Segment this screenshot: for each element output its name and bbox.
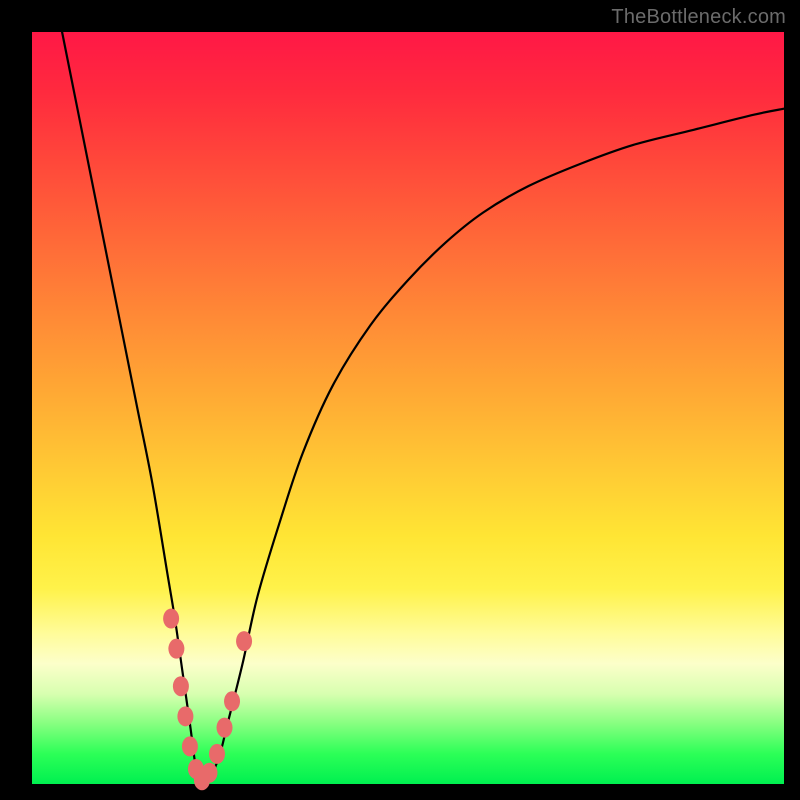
sample-point: [209, 744, 225, 764]
attribution-label: TheBottleneck.com: [611, 6, 786, 29]
sample-point: [163, 609, 179, 629]
sample-point: [201, 763, 217, 783]
sample-point: [173, 676, 189, 696]
sample-point: [217, 718, 233, 738]
chart-frame: TheBottleneck.com: [0, 0, 800, 800]
sample-point: [182, 736, 198, 756]
bottleneck-curve: [62, 32, 784, 783]
plot-area: [32, 32, 784, 784]
sample-point: [236, 631, 252, 651]
chart-svg: [32, 32, 784, 784]
sample-point: [168, 639, 184, 659]
sample-point: [224, 691, 240, 711]
sample-point: [177, 706, 193, 726]
